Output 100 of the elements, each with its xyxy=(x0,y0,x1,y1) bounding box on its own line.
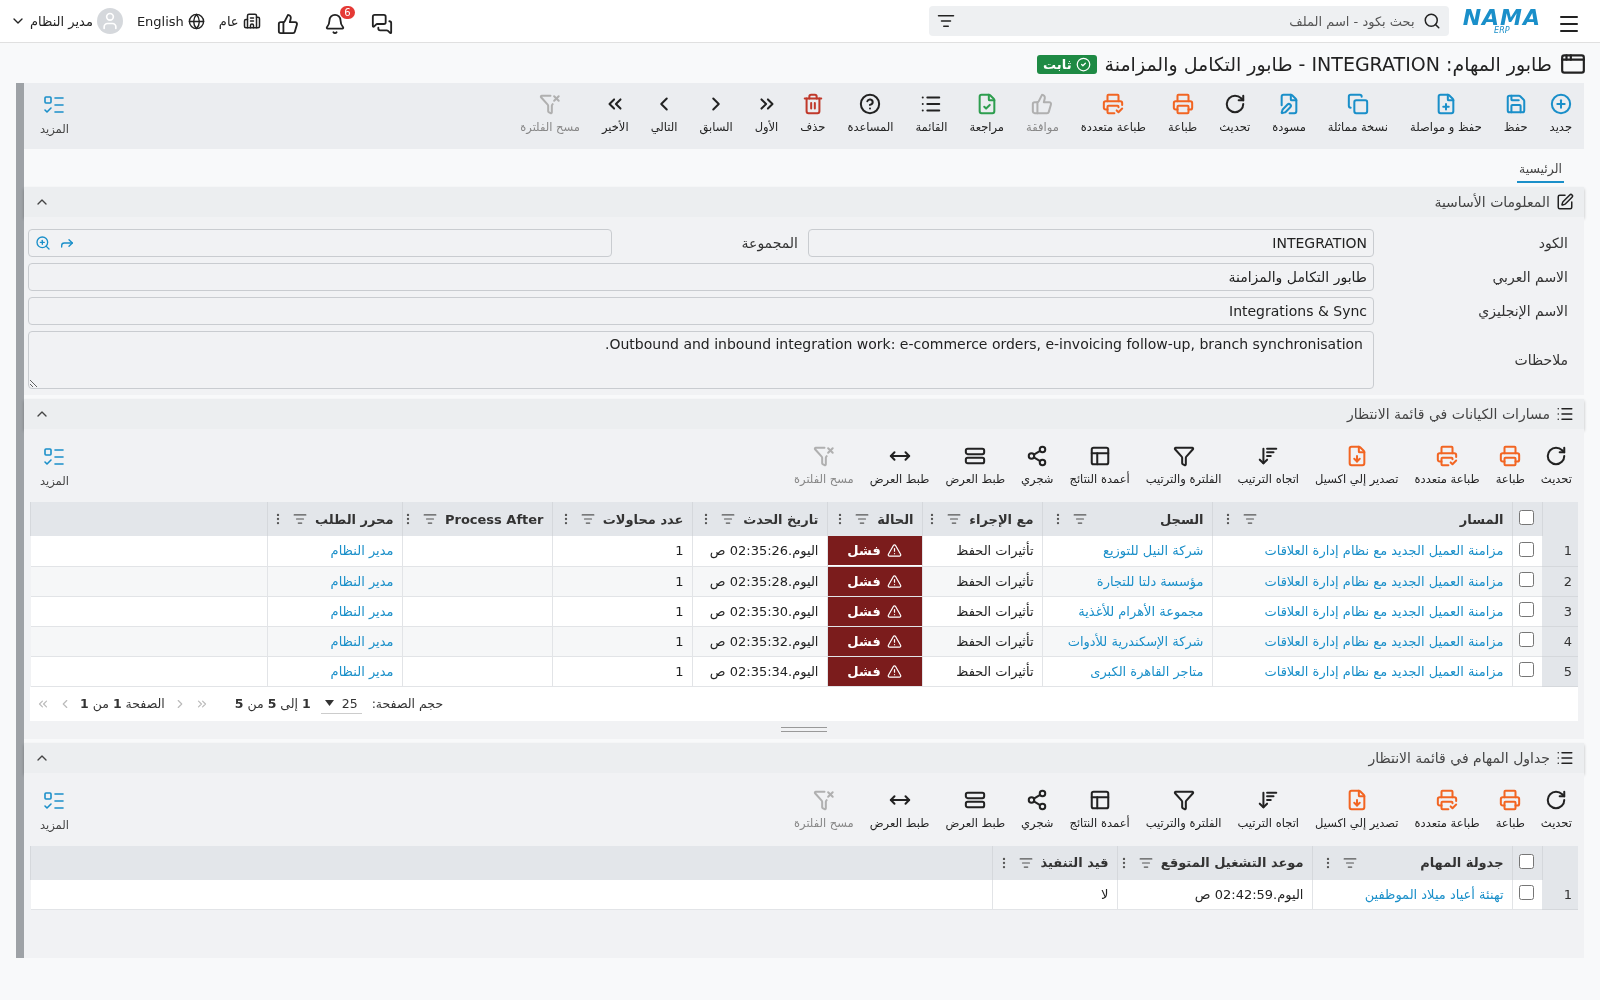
building-icon xyxy=(242,12,261,30)
status-label: فشل xyxy=(828,626,922,655)
field-label: المجموعة xyxy=(740,235,798,251)
logo: NAMA ERP xyxy=(1462,7,1541,35)
toolbar-button[interactable]: طبط العرض xyxy=(939,786,1012,832)
toolbar-button[interactable]: تصدير إلي اكسيل xyxy=(1309,786,1405,832)
toolbar-button[interactable]: تحديث xyxy=(1534,786,1578,832)
toolbar-button[interactable]: طباعة متعددة xyxy=(1074,91,1152,136)
search-field[interactable]: بحث بكود - اسم الملف xyxy=(928,6,1449,36)
notes-field[interactable]: Outbound and inbound integration work: e-commerce orders, e-invoicing follow-up, branch synchronisation. xyxy=(28,331,1374,389)
toolbar-button[interactable]: نسخة مماثلة xyxy=(1321,91,1394,136)
row-number: 4 xyxy=(1563,633,1572,649)
toolbar-button[interactable]: الفلترة والترتيب xyxy=(1139,786,1228,832)
row-number: 2 xyxy=(1563,573,1572,589)
row-number: 5 xyxy=(1563,663,1572,679)
filter-icon[interactable] xyxy=(936,12,955,30)
warning-icon xyxy=(886,663,902,679)
section-title: مسارات الكيانات في قائمة الانتظار xyxy=(1347,406,1550,422)
select-all-checkbox[interactable] xyxy=(1518,853,1534,869)
search-plus-icon[interactable] xyxy=(35,235,51,251)
toolbar-button[interactable]: تحديث xyxy=(1213,91,1257,136)
toolbar-button[interactable]: حذف xyxy=(794,91,832,136)
field-label: الاسم الإنجليزي xyxy=(1477,303,1569,319)
table-cell: اليوم.02:35:32 ص xyxy=(709,633,819,649)
toolbar-button[interactable]: طباعة xyxy=(1162,91,1204,136)
toolbar-button[interactable]: تصدير إلي اكسيل xyxy=(1309,443,1405,488)
table-cell: اليوم.02:35:28 ص xyxy=(709,573,819,589)
table-cell: اليوم.02:42:59 ص xyxy=(1194,886,1304,902)
status-label: فشل xyxy=(828,596,922,625)
status-label: فشل xyxy=(828,536,922,565)
table-cell: تأثيرات الحفظ xyxy=(956,543,1034,559)
globe-icon xyxy=(187,12,205,30)
toolbar-button[interactable]: جديد xyxy=(1543,91,1578,136)
toolbar-button[interactable]: حفظ و مواصلة xyxy=(1404,91,1488,136)
toolbar-button[interactable]: طبط العرض xyxy=(863,443,936,488)
tab[interactable]: الرئيسية xyxy=(1516,155,1564,183)
toolbar-button[interactable]: تحديث xyxy=(1534,443,1578,488)
column-header[interactable]: الحالة xyxy=(877,511,914,527)
toolbar-button[interactable]: أعمدة النتائج xyxy=(1063,443,1136,488)
edit-icon xyxy=(1556,193,1574,211)
table-cell: اليوم.02:35:30 ص xyxy=(709,603,819,619)
status-label: فشل xyxy=(828,656,922,685)
status-badge: ثابت xyxy=(1037,54,1097,74)
input-field[interactable]: INTEGRATION xyxy=(808,229,1374,257)
table-cell: 1 xyxy=(675,633,684,649)
row-number: 1 xyxy=(1563,543,1572,559)
more-button[interactable]: المزيد xyxy=(30,443,79,490)
toolbar-button[interactable]: اتجاه الترتيب xyxy=(1231,443,1306,488)
toolbar-button[interactable]: طباعة متعددة xyxy=(1408,786,1486,832)
user-menu[interactable]: مدير النظام xyxy=(10,8,123,34)
search-field[interactable]: بحث بكود - اسم الملف xyxy=(960,12,1417,30)
toolbar-button[interactable]: اتجاه الترتيب xyxy=(1231,786,1306,832)
select-all-checkbox[interactable] xyxy=(1518,510,1534,525)
company-selector[interactable]: عام xyxy=(218,12,261,30)
toolbar-button[interactable]: شجري xyxy=(1015,786,1060,832)
row-checkbox[interactable] xyxy=(1519,572,1534,587)
toolbar-button[interactable]: طباعة متعددة xyxy=(1408,443,1486,488)
toolbar-button[interactable]: حفظ xyxy=(1497,91,1534,136)
toolbar-button[interactable]: مراجعة xyxy=(963,91,1011,136)
toolbar-button[interactable]: طباعة xyxy=(1489,786,1531,832)
toolbar-button[interactable]: التالي xyxy=(644,91,684,136)
resize-handle[interactable] xyxy=(781,727,827,732)
table-cell: 1 xyxy=(675,543,684,559)
field-label: الاسم العربي xyxy=(1491,269,1569,285)
toolbar-button[interactable]: مسودة xyxy=(1266,91,1312,136)
row-checkbox[interactable] xyxy=(1519,632,1534,647)
caret-icon xyxy=(324,700,334,706)
toolbar-button[interactable]: الأخير xyxy=(595,91,635,136)
search-icon xyxy=(1422,12,1441,30)
input-field[interactable] xyxy=(28,229,612,257)
row-checkbox[interactable] xyxy=(1519,541,1534,557)
toolbar-button[interactable]: السابق xyxy=(693,91,739,136)
section-title: جداول المهام في قائمة الانتظار xyxy=(1368,749,1550,766)
toolbar-button[interactable]: طباعة xyxy=(1489,443,1531,488)
row-number: 1 xyxy=(1563,886,1572,902)
toolbar-button[interactable]: طبط العرض xyxy=(863,786,936,832)
notification-badge: 6 xyxy=(340,5,355,19)
table-cell: تأثيرات الحفظ xyxy=(956,663,1034,679)
toolbar-button[interactable]: الأول xyxy=(748,91,785,136)
input-field[interactable]: طابور التكامل والمزامنة xyxy=(28,263,1374,291)
toolbar-button[interactable]: الفلترة والترتيب xyxy=(1139,443,1228,488)
toolbar-button[interactable]: المساعدة xyxy=(841,91,900,136)
table-cell: 1 xyxy=(675,573,684,589)
more-button[interactable]: المزيد xyxy=(30,786,79,834)
toolbar-button[interactable]: القائمة xyxy=(909,91,954,136)
page-size-dropdown[interactable]: 25 xyxy=(320,693,362,714)
toolbar-button[interactable]: شجري xyxy=(1015,443,1060,488)
more-button[interactable]: المزيد xyxy=(30,91,79,138)
row-checkbox[interactable] xyxy=(1519,885,1534,901)
avatar-icon xyxy=(96,8,123,34)
table-cell: اليوم.02:35:26 ص xyxy=(709,543,819,559)
toolbar-button[interactable]: أعمدة النتائج xyxy=(1063,786,1136,832)
window-icon xyxy=(1560,51,1586,77)
input-field[interactable]: Integrations & Sync xyxy=(28,297,1374,325)
warning-icon xyxy=(886,603,902,619)
row-checkbox[interactable] xyxy=(1519,662,1534,677)
toolbar-button[interactable]: طبط العرض xyxy=(939,443,1012,488)
status-label: فشل xyxy=(828,566,922,595)
row-checkbox[interactable] xyxy=(1519,602,1534,617)
language-selector[interactable]: English xyxy=(136,12,205,30)
